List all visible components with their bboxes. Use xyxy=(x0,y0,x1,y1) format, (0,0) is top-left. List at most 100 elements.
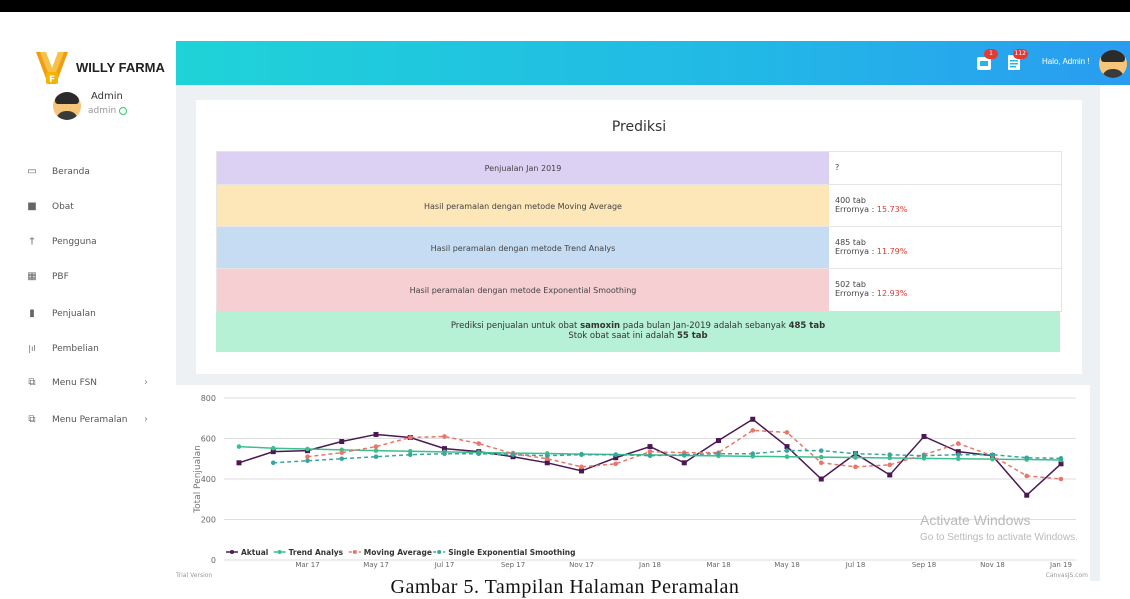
data-point xyxy=(373,444,379,449)
document-notification-button[interactable]: 112 xyxy=(1006,49,1028,71)
summary-line-1: Prediksi penjualan untuk obat samoxin pa… xyxy=(450,321,826,331)
data-point xyxy=(647,453,653,459)
data-point xyxy=(818,460,824,466)
row-value: ? xyxy=(829,152,1061,185)
user-role: admin xyxy=(88,106,128,116)
data-point xyxy=(647,449,653,454)
y-tick-label: 800 xyxy=(201,394,216,403)
activate-windows-subtitle: Go to Settings to activate Windows. xyxy=(920,532,1078,543)
data-point xyxy=(784,430,790,435)
data-point xyxy=(681,452,687,457)
user-avatar xyxy=(53,92,81,120)
page-title: Prediksi xyxy=(611,119,667,135)
prediction-summary: Prediksi penjualan untuk obat samoxin pa… xyxy=(216,311,1060,352)
data-point xyxy=(818,448,824,453)
data-point xyxy=(887,462,893,468)
briefcase-icon: ■ xyxy=(27,201,37,212)
brand-logo-icon[interactable]: F xyxy=(34,48,70,86)
sidebar-item-menu-peramalan[interactable]: ⧉ Menu Peramalan › xyxy=(0,411,176,431)
data-point xyxy=(442,434,447,439)
sidebar-item-label: Obat xyxy=(52,202,74,212)
data-point xyxy=(647,444,653,450)
sidebar-item-label: PBF xyxy=(52,272,69,282)
data-point xyxy=(784,454,790,460)
activate-windows-title: Activate Windows xyxy=(920,512,1031,528)
sidebar-item-pbf[interactable]: ▦ PBF xyxy=(0,268,176,288)
legend-marker xyxy=(277,550,282,554)
row-value: 400 tab Errornya : 15.73% xyxy=(829,185,1061,227)
brand-name[interactable]: WILLY FARMA xyxy=(76,60,165,75)
y-axis-label: Total Penjualan xyxy=(193,445,203,514)
header-avatar[interactable] xyxy=(1099,50,1127,78)
sidebar-item-penjualan[interactable]: ▮ Penjualan xyxy=(0,305,176,325)
x-tick-label: Jan 18 xyxy=(638,561,661,569)
data-point xyxy=(373,431,379,437)
data-point xyxy=(339,450,345,455)
data-point xyxy=(1058,476,1064,482)
data-point xyxy=(716,438,721,444)
data-point xyxy=(1024,455,1030,461)
value-text: 502 tab xyxy=(835,280,866,289)
summary-line-2: Stok obat saat ini adalah 55 tab xyxy=(568,331,708,341)
x-tick-label: Sep 17 xyxy=(501,561,525,569)
data-point xyxy=(750,428,756,433)
data-point xyxy=(373,448,379,453)
value-text: 485 tab xyxy=(835,238,866,247)
sidebar-item-label: Pembelian xyxy=(52,344,99,354)
value-text: 400 tab xyxy=(835,196,866,205)
sidebar-item-pengguna[interactable]: † Pengguna xyxy=(0,233,176,253)
building-icon: ▦ xyxy=(27,271,37,282)
prediction-row: Hasil peramalan dengan metode Exponentia… xyxy=(216,268,1062,312)
data-point xyxy=(510,452,516,457)
data-point xyxy=(236,460,242,466)
sidebar-item-obat[interactable]: ■ Obat xyxy=(0,198,176,218)
data-point xyxy=(750,451,756,456)
chart-bar-icon: ▮ xyxy=(29,308,35,319)
data-point xyxy=(544,453,550,459)
data-point xyxy=(887,472,893,478)
row-label: Hasil peramalan dengan metode Exponentia… xyxy=(217,269,829,311)
svg-text:F: F xyxy=(49,75,55,85)
row-value: 485 tab Errornya : 11.79% xyxy=(829,227,1061,269)
data-point xyxy=(955,456,961,462)
top-black-bar xyxy=(0,0,1130,12)
data-point xyxy=(442,451,447,456)
data-point xyxy=(339,456,345,462)
legend-label: Moving Average xyxy=(364,548,432,557)
data-point xyxy=(579,452,584,457)
online-status-icon xyxy=(119,106,128,115)
data-point xyxy=(818,454,824,460)
data-point xyxy=(955,441,961,446)
data-point xyxy=(305,458,310,464)
sidebar-item-menu-fsn[interactable]: ⧉ Menu FSN › xyxy=(0,374,176,394)
y-tick-label: 200 xyxy=(201,516,216,525)
data-point xyxy=(407,452,413,457)
x-tick-label: Mar 17 xyxy=(295,561,319,569)
value-text: ? xyxy=(835,163,840,172)
legend-marker xyxy=(230,550,234,554)
prediction-row: Hasil peramalan dengan metode Trend Anal… xyxy=(216,226,1062,270)
sidebar-item-pembelian[interactable]: |ıl Pembelian xyxy=(0,340,176,360)
data-point xyxy=(613,461,619,467)
data-point xyxy=(921,433,927,439)
data-point xyxy=(853,451,858,456)
prediction-row: Hasil peramalan dengan metode Moving Ave… xyxy=(216,184,1062,228)
cart-notification-button[interactable]: 1 xyxy=(976,49,998,71)
data-point xyxy=(921,453,927,459)
x-tick-label: Sep 18 xyxy=(912,561,936,569)
x-tick-label: Jul 17 xyxy=(434,561,455,569)
x-tick-label: Nov 17 xyxy=(569,561,594,569)
prediction-row: Penjualan Jan 2019 ? xyxy=(216,151,1062,186)
sidebar-item-beranda[interactable]: ▭ Beranda xyxy=(0,163,176,183)
data-point xyxy=(716,451,721,456)
data-point xyxy=(305,446,310,452)
sidebar-item-label: Pengguna xyxy=(52,237,97,247)
data-point xyxy=(784,448,790,453)
sidebar-item-label: Penjualan xyxy=(52,309,96,319)
greeting-text[interactable]: Halo, Admin ! xyxy=(1042,57,1090,66)
y-tick-label: 600 xyxy=(201,435,216,444)
row-label: Hasil peramalan dengan metode Moving Ave… xyxy=(217,185,829,227)
sidebar-item-label: Menu Peramalan xyxy=(52,415,128,425)
data-point xyxy=(339,439,345,445)
legend-label: Trend Analys xyxy=(289,548,344,557)
